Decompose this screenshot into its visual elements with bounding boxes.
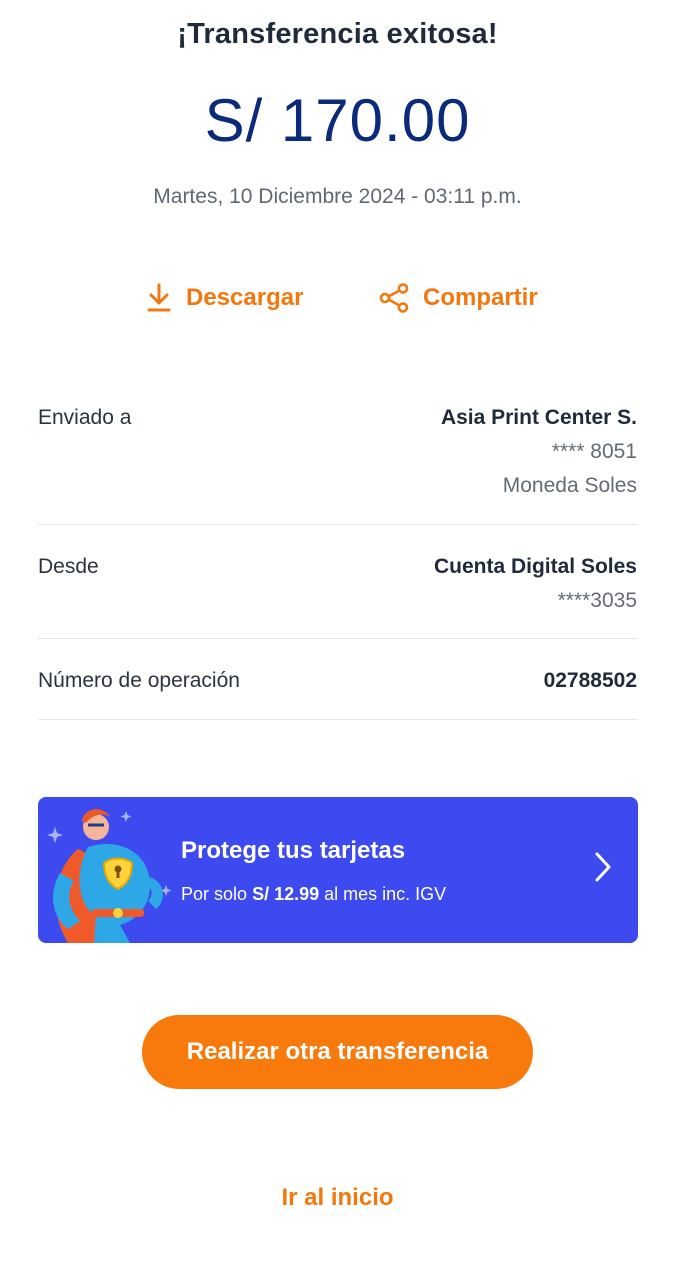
sent-to-label: Enviado a — [38, 406, 132, 429]
promo-price-suffix: al mes inc. IGV — [324, 884, 447, 904]
from-label: Desde — [38, 555, 99, 578]
new-transfer-button[interactable]: Realizar otra transferencia — [142, 1015, 533, 1089]
promo-subtitle: Por solo S/ 12.99 al mes inc. IGV — [181, 884, 446, 905]
chevron-right-icon — [594, 851, 612, 888]
transfer-amount: S/ 170.00 — [204, 87, 471, 154]
go-home-link[interactable]: Ir al inicio — [0, 1184, 675, 1212]
promo-price: S/ 12.99 — [252, 884, 320, 904]
recipient-name: Asia Print Center S. — [440, 406, 637, 429]
source-account-name: Cuenta Digital Soles — [433, 555, 637, 578]
divider — [38, 638, 638, 639]
download-label: Descargar — [186, 284, 304, 311]
card-protection-banner[interactable]: Protege tus tarjetas Por solo S/ 12.99 a… — [38, 797, 638, 943]
transfer-datetime: Martes, 10 Diciembre 2024 - 03:11 p.m. — [153, 185, 522, 208]
promo-price-prefix: Por solo — [181, 884, 248, 904]
divider — [38, 719, 638, 720]
recipient-account: **** 8051 — [551, 440, 637, 463]
divider — [38, 524, 638, 525]
download-icon — [146, 283, 172, 313]
share-icon — [379, 283, 409, 313]
source-account-number: ****3035 — [557, 589, 637, 612]
recipient-currency: Moneda Soles — [502, 474, 637, 497]
superhero-illustration — [47, 809, 172, 943]
operation-number-label: Número de operación — [38, 669, 240, 692]
download-button[interactable]: Descargar — [146, 280, 303, 316]
share-label: Compartir — [423, 284, 538, 311]
promo-title: Protege tus tarjetas — [181, 837, 406, 864]
share-button[interactable]: Compartir — [379, 280, 538, 316]
operation-number-value: 02788502 — [543, 669, 637, 692]
page-title: ¡Transferencia exitosa! — [177, 18, 498, 50]
